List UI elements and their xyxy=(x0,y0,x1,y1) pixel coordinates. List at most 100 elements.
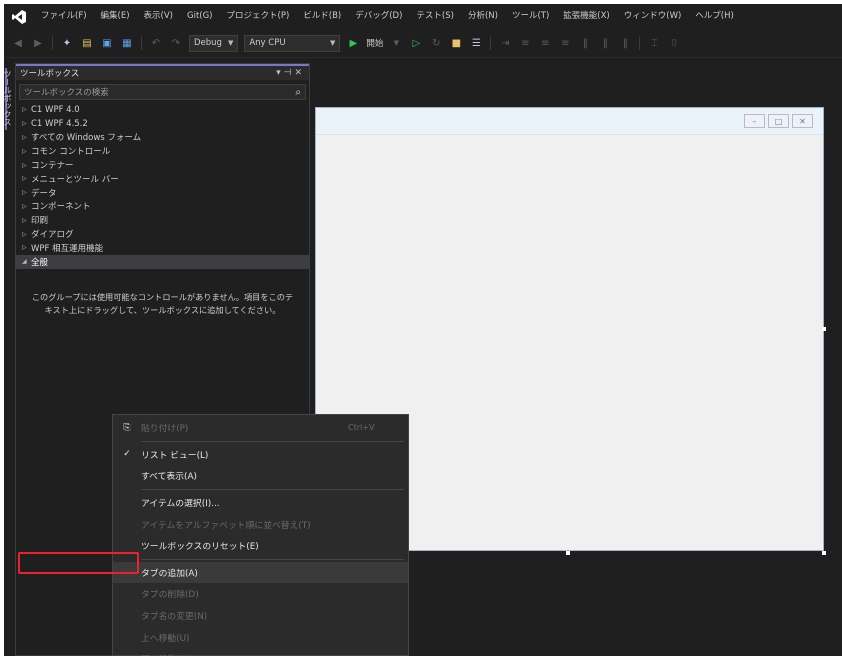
toolbar-separator xyxy=(141,36,142,50)
toolbox-group-label: コモン コントロール xyxy=(31,147,111,158)
toolbox-group-item[interactable]: ◢ 全般 xyxy=(16,254,309,269)
toolbox-group-label: C1 WPF 4.0 xyxy=(31,104,80,115)
save-icon[interactable]: ▣ xyxy=(100,36,114,50)
align-bottom-icon[interactable]: ‖ xyxy=(618,36,632,50)
toolbox-group-item[interactable]: ▷ 印刷 xyxy=(16,213,309,227)
toolbox-group-label: メニューとツール バー xyxy=(31,174,119,185)
toolbox-search-box[interactable]: ツールボックスの検索 ⌕ xyxy=(19,84,306,100)
menu-file[interactable]: ファイル(F) xyxy=(34,4,94,29)
navigate-forward-icon[interactable]: ▶ xyxy=(31,36,45,50)
toolbox-group-label: 印刷 xyxy=(31,216,49,227)
menu-project[interactable]: プロジェクト(P) xyxy=(220,4,297,29)
toolbox-group-item[interactable]: ▷ コンテナー xyxy=(16,158,309,172)
align-left-icon[interactable]: ≡ xyxy=(518,36,532,50)
menu-build[interactable]: ビルド(B) xyxy=(296,4,348,29)
context-menu-item[interactable]: すべて表示(A) xyxy=(113,465,408,487)
platform-value: Any CPU xyxy=(249,38,286,48)
align-right-icon[interactable]: ≡ xyxy=(558,36,572,50)
hot-reload-icon[interactable]: ↻ xyxy=(429,36,443,50)
context-menu-item: タブの削除(D) xyxy=(113,583,408,605)
visual-studio-window: ファイル(F) 編集(E) 表示(V) Git(G) プロジェクト(P) ビルド… xyxy=(4,4,842,656)
toolbox-group-item[interactable]: ▷ すべての Windows フォーム xyxy=(16,131,309,145)
start-debugging-icon[interactable]: ▶ xyxy=(346,36,360,50)
toolbox-group-label: コンテナー xyxy=(31,161,74,172)
resize-handle-bottom[interactable] xyxy=(566,551,570,555)
context-menu-item-label: タブの削除(D) xyxy=(141,590,199,601)
align-middle-icon[interactable]: ‖ xyxy=(598,36,612,50)
menu-debug[interactable]: デバッグ(D) xyxy=(348,4,409,29)
menu-extensions[interactable]: 拡張機能(X) xyxy=(556,4,616,29)
start-without-debugging-icon[interactable]: ▷ xyxy=(409,36,423,50)
step-icon[interactable]: ⇥ xyxy=(498,36,512,50)
collapsed-arrow-icon: ▷ xyxy=(22,216,27,224)
toolbox-side-tab[interactable]: ツールボックス xyxy=(4,68,13,130)
toolbox-group-label: コンポーネント xyxy=(31,202,91,213)
toolbox-group-item[interactable]: ▷ C1 WPF 4.0 xyxy=(16,103,309,117)
redo-icon[interactable]: ↷ xyxy=(169,36,183,50)
toolbox-group-item[interactable]: ▷ ダイアログ xyxy=(16,227,309,241)
context-menu-item[interactable]: アイテムの選択(I)... xyxy=(113,492,408,514)
configuration-value: Debug xyxy=(194,38,222,48)
search-icon[interactable]: ⌕ xyxy=(295,87,301,98)
context-menu-item[interactable]: ツールボックスのリセット(E) xyxy=(113,535,408,557)
resize-handle-bottom-right[interactable] xyxy=(822,551,826,555)
menu-test[interactable]: テスト(S) xyxy=(409,4,461,29)
align-center-icon[interactable]: ≡ xyxy=(538,36,552,50)
toolbox-group-item[interactable]: ▷ データ xyxy=(16,186,309,200)
panel-options-icon[interactable]: ▾ xyxy=(276,68,284,78)
toolbox-group-item[interactable]: ▷ C1 WPF 4.5.2 xyxy=(16,117,309,131)
undo-icon[interactable]: ↶ xyxy=(149,36,163,50)
layout-icon[interactable]: ☰ xyxy=(469,36,483,50)
explorer-icon[interactable]: ■ xyxy=(449,36,463,50)
menu-git[interactable]: Git(G) xyxy=(180,4,220,29)
save-all-icon[interactable]: ▦ xyxy=(120,36,134,50)
collapsed-arrow-icon: ▷ xyxy=(22,175,27,183)
toolbox-group-item[interactable]: ▷ WPF 相互運用機能 xyxy=(16,241,309,255)
collapsed-arrow-icon: ▷ xyxy=(22,244,27,252)
close-icon[interactable]: ✕ xyxy=(294,68,305,78)
align-top-icon[interactable]: ‖ xyxy=(578,36,592,50)
size-to-grid-icon[interactable]: ⌷ xyxy=(667,36,681,50)
context-menu-separator xyxy=(141,488,404,490)
solution-configuration-dropdown[interactable]: Debug ▼ xyxy=(189,34,239,52)
menu-tools[interactable]: ツール(T) xyxy=(505,4,556,29)
expanded-arrow-icon: ◢ xyxy=(22,258,27,266)
toolbox-group-item[interactable]: ▷ メニューとツール バー xyxy=(16,172,309,186)
collapsed-arrow-icon: ▷ xyxy=(22,202,27,210)
toolbar-separator xyxy=(490,36,492,50)
form-title-bar: – □ ✕ xyxy=(316,108,823,135)
menu-help[interactable]: ヘルプ(H) xyxy=(688,4,741,29)
menu-edit[interactable]: 編集(E) xyxy=(94,4,137,29)
chevron-down-icon[interactable]: ▼ xyxy=(389,36,403,50)
toolbox-title: ツールボックス xyxy=(20,69,80,79)
chevron-down-icon: ▼ xyxy=(227,39,234,47)
start-button[interactable]: 開始 xyxy=(366,37,383,49)
toolbox-search-input[interactable]: ツールボックスの検索 xyxy=(24,86,295,98)
toolbox-group-label: 全般 xyxy=(31,257,49,268)
context-menu-item[interactable]: ✓ リスト ビュー(L) xyxy=(113,444,408,466)
toolbox-group-item[interactable]: ▷ コンポーネント xyxy=(16,200,309,214)
context-menu-item-label: アイテムをアルファベット順に並べ替え(T) xyxy=(141,520,311,531)
context-menu-item[interactable]: タブの追加(A) xyxy=(113,561,408,584)
context-menu-item-label: 上へ移動(U) xyxy=(141,633,190,644)
toolbox-group-label: ダイアログ xyxy=(31,230,74,241)
resize-handle-right[interactable] xyxy=(822,327,826,331)
menu-view[interactable]: 表示(V) xyxy=(137,4,180,29)
solution-platform-dropdown[interactable]: Any CPU ▼ xyxy=(244,34,341,52)
menu-window[interactable]: ウィンドウ(W) xyxy=(617,4,689,29)
navigate-back-icon[interactable]: ◀ xyxy=(11,36,25,50)
toolbox-group-item[interactable]: ▷ コモン コントロール xyxy=(16,144,309,158)
toolbox-group-label: すべての Windows フォーム xyxy=(31,133,142,144)
menu-analyze[interactable]: 分析(N) xyxy=(461,4,505,29)
context-menu-separator xyxy=(141,440,404,442)
collapsed-arrow-icon: ▷ xyxy=(22,147,27,155)
paste-icon: ⎘ xyxy=(123,422,131,433)
new-project-icon[interactable]: ✦ xyxy=(60,36,74,50)
context-menu-item: ⎘ 貼り付け(P) Ctrl+V xyxy=(113,417,408,439)
open-file-icon[interactable]: ▤ xyxy=(80,36,94,50)
make-same-size-icon[interactable]: ⌶ xyxy=(647,36,661,50)
chevron-down-icon: ▼ xyxy=(329,39,336,47)
visual-studio-logo-icon[interactable] xyxy=(4,4,34,29)
menu-bar: ファイル(F) 編集(E) 表示(V) Git(G) プロジェクト(P) ビルド… xyxy=(4,4,842,29)
pin-icon[interactable]: ⊣ xyxy=(284,68,295,78)
